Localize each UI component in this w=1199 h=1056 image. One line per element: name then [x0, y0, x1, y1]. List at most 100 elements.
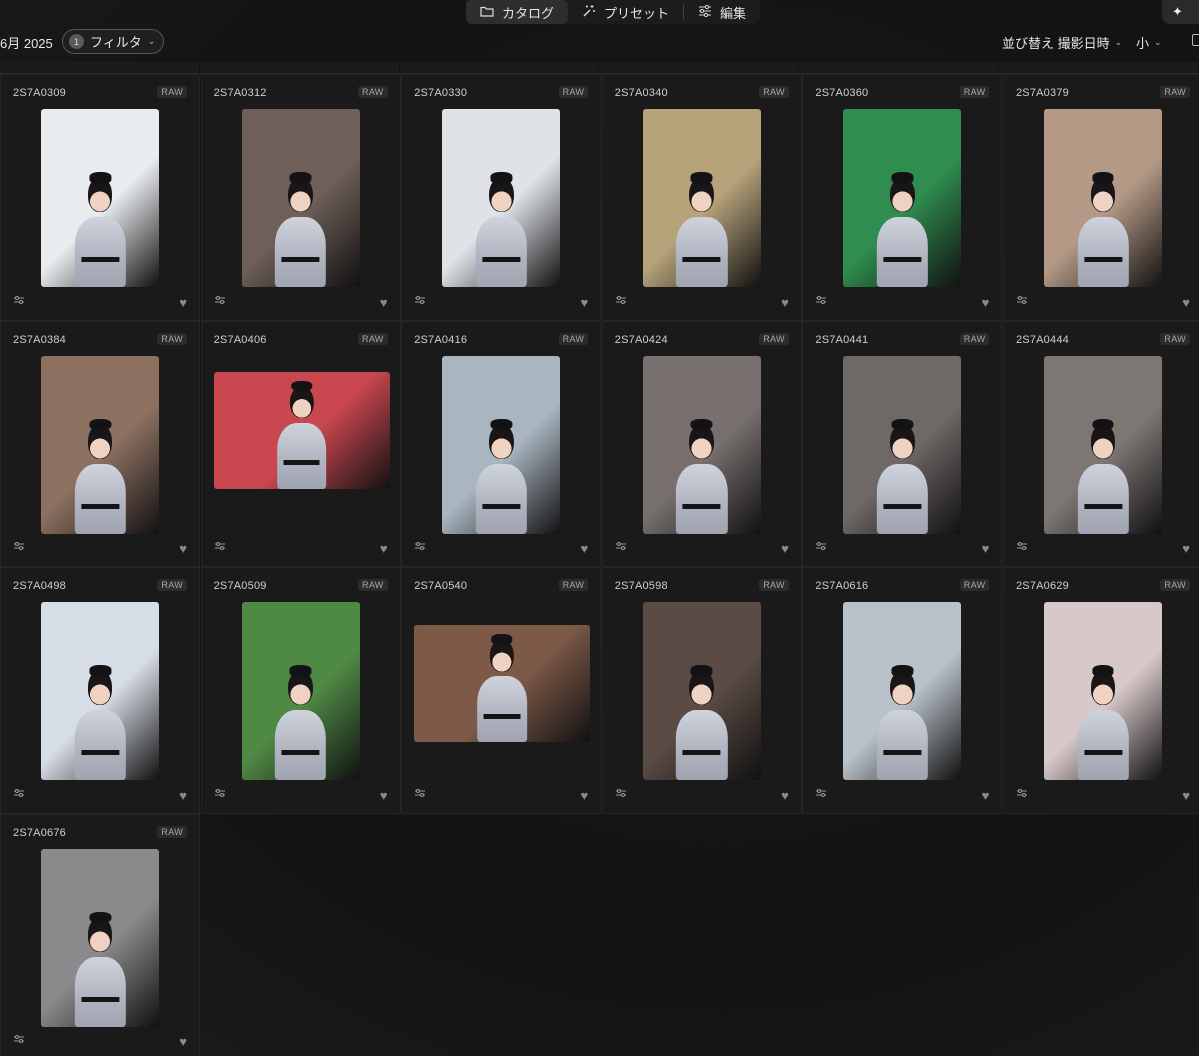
heart-icon[interactable]: ♥ [781, 295, 789, 310]
adjustments-icon[interactable] [414, 295, 426, 308]
photo-thumbnail[interactable] [41, 848, 159, 1027]
ai-button[interactable]: ✦ [1162, 0, 1199, 24]
chevron-down-icon: ⌄ [147, 36, 156, 46]
photo-thumbnail[interactable] [1043, 355, 1162, 534]
photo-thumbnail[interactable] [442, 109, 561, 287]
heart-icon[interactable]: ♥ [781, 541, 789, 556]
photo-thumbnail[interactable] [642, 355, 761, 534]
mode-preset-button[interactable]: プリセット [568, 0, 683, 24]
sliders-icon [698, 4, 712, 20]
heart-icon[interactable]: ♥ [580, 541, 588, 556]
photo-card[interactable]: 2S7A0312 RAW ♥ [200, 74, 401, 321]
photo-card[interactable]: 2S7A0509 RAW ♥ [200, 567, 401, 814]
heart-icon[interactable]: ♥ [380, 541, 388, 556]
photo-thumbnail[interactable] [1043, 602, 1162, 780]
photo-card[interactable]: 2S7A0360 RAW ♥ [802, 74, 1003, 321]
heart-icon[interactable]: ♥ [179, 1034, 187, 1049]
heart-icon[interactable]: ♥ [179, 541, 187, 556]
photo-card[interactable]: 2S7A0676 RAW ♥ [0, 813, 200, 1056]
photo-card[interactable]: 2S7A0379 RAW ♥ [1002, 74, 1199, 321]
photo-thumbnail[interactable] [642, 602, 761, 780]
adjustments-icon[interactable] [815, 541, 827, 554]
adjustments-icon[interactable] [214, 295, 226, 308]
photo-filename: 2S7A0616 [815, 580, 869, 592]
heart-icon[interactable]: ♥ [380, 295, 388, 310]
raw-badge: RAW [558, 86, 589, 98]
photo-thumbnail[interactable] [41, 355, 159, 534]
photo-card[interactable]: 2S7A0598 RAW ♥ [601, 567, 802, 814]
view-toggle-icon[interactable] [1192, 34, 1199, 46]
photo-thumbnail[interactable] [41, 109, 159, 287]
photo-thumbnail[interactable] [213, 371, 390, 489]
adjustments-icon[interactable] [414, 541, 426, 554]
sort-dropdown[interactable]: 並び替え 撮影日時 ⌄ [1002, 33, 1122, 52]
adjustments-icon[interactable] [13, 541, 25, 554]
photo-subject [1066, 655, 1139, 780]
photo-thumbnail[interactable] [442, 355, 561, 534]
photo-thumbnail[interactable] [241, 602, 360, 780]
adjustments-icon[interactable] [815, 788, 827, 801]
heart-icon[interactable]: ♥ [580, 295, 588, 310]
adjustments-icon[interactable] [214, 788, 226, 801]
adjustments-icon[interactable] [13, 295, 25, 308]
heart-icon[interactable]: ♥ [781, 788, 789, 803]
photo-filename: 2S7A0424 [614, 333, 668, 346]
photo-card[interactable]: 2S7A0309 RAW ♥ [0, 74, 200, 321]
mode-catalog-button[interactable]: カタログ [466, 0, 569, 24]
adjustments-icon[interactable] [615, 295, 627, 308]
heart-icon[interactable]: ♥ [1182, 788, 1190, 803]
photo-card[interactable]: 2S7A0406 RAW ♥ [200, 320, 401, 567]
adjustments-icon[interactable] [615, 541, 627, 554]
photo-card[interactable]: 2S7A0340 RAW ♥ [601, 74, 802, 321]
adjustments-icon[interactable] [13, 788, 25, 801]
photo-card[interactable]: 2S7A0540 RAW ♥ [401, 567, 602, 814]
photo-thumbnail[interactable] [843, 109, 962, 287]
adjustments-icon[interactable] [13, 1034, 25, 1047]
heart-icon[interactable]: ♥ [179, 295, 187, 310]
photo-card[interactable]: 2S7A0384 RAW ♥ [0, 320, 200, 567]
photo-card[interactable]: 2S7A0616 RAW ♥ [802, 567, 1003, 814]
heart-icon[interactable]: ♥ [982, 295, 990, 310]
photo-thumbnail[interactable] [241, 109, 360, 287]
photo-thumbnail[interactable] [1043, 109, 1162, 287]
heart-icon[interactable]: ♥ [1182, 295, 1190, 310]
adjustments-icon[interactable] [414, 788, 426, 801]
raw-badge: RAW [157, 332, 187, 345]
photo-thumbnail[interactable] [843, 602, 962, 780]
photo-card[interactable]: 2S7A0416 RAW ♥ [401, 320, 602, 567]
photo-filename: 2S7A0598 [614, 580, 668, 592]
adjustments-icon[interactable] [1016, 541, 1028, 554]
heart-icon[interactable]: ♥ [982, 788, 990, 803]
adjustments-icon[interactable] [214, 541, 226, 554]
photo-thumbnail[interactable] [642, 109, 761, 287]
photo-filename: 2S7A0498 [13, 580, 66, 592]
photo-grid: 2S7A0309 RAW ♥ 2S7A0312 RAW ♥ 2S7A0330 RAW ♥ 2S7A… [0, 74, 1199, 1056]
adjustments-icon[interactable] [1016, 295, 1028, 308]
raw-badge: RAW [558, 332, 589, 345]
photo-card[interactable]: 2S7A0424 RAW ♥ [601, 320, 802, 567]
photo-card[interactable]: 2S7A0441 RAW ♥ [802, 320, 1003, 567]
heart-icon[interactable]: ♥ [380, 788, 388, 803]
photo-thumbnail[interactable] [414, 625, 591, 742]
mode-edit-button[interactable]: 編集 [684, 0, 760, 24]
photo-card[interactable]: 2S7A0629 RAW ♥ [1002, 567, 1199, 814]
photo-card[interactable]: 2S7A0444 RAW ♥ [1002, 320, 1199, 567]
adjustments-icon[interactable] [615, 788, 627, 801]
heart-icon[interactable]: ♥ [580, 788, 588, 803]
raw-badge: RAW [759, 86, 789, 98]
heart-icon[interactable]: ♥ [179, 788, 187, 803]
adjustments-icon[interactable] [815, 295, 827, 308]
photo-card[interactable]: 2S7A0330 RAW ♥ [401, 74, 602, 321]
photo-card[interactable]: 2S7A0498 RAW ♥ [0, 567, 200, 814]
photo-filename: 2S7A0406 [213, 333, 267, 346]
folder-icon [480, 5, 494, 20]
heart-icon[interactable]: ♥ [1182, 541, 1190, 556]
heart-icon[interactable]: ♥ [982, 541, 990, 556]
adjustments-icon[interactable] [1016, 788, 1028, 801]
thumbnail-size-dropdown[interactable]: 小 ⌄ [1136, 33, 1162, 52]
photo-filename: 2S7A0509 [213, 580, 267, 592]
filter-button[interactable]: 1 フィルタ ⌄ [62, 29, 165, 54]
raw-badge: RAW [959, 579, 990, 591]
photo-thumbnail[interactable] [41, 602, 159, 780]
photo-thumbnail[interactable] [843, 355, 962, 534]
